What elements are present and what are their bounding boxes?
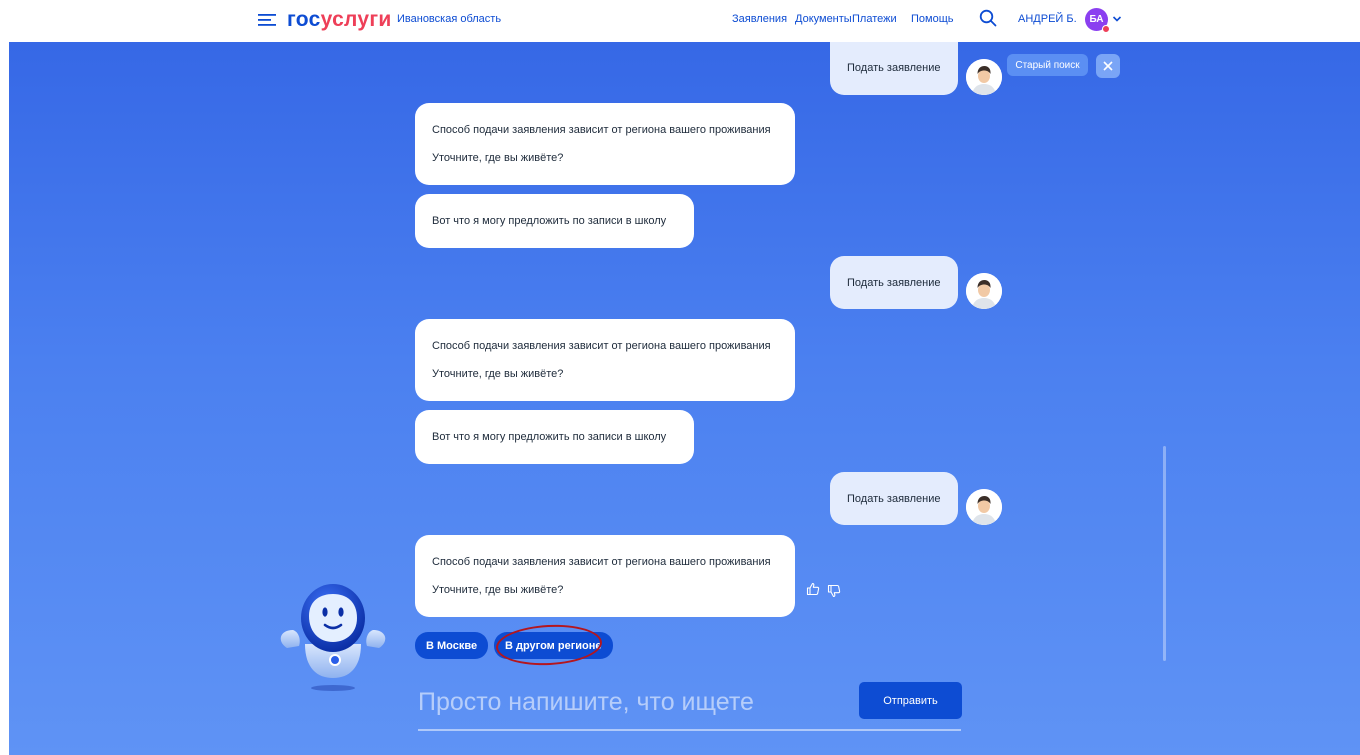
bot-message: Способ подачи заявления зависит от регио… — [415, 319, 795, 401]
nav-applications[interactable]: Заявления — [732, 13, 787, 25]
nav-help[interactable]: Помощь — [911, 13, 954, 25]
message-text: Способ подачи заявления зависит от регио… — [432, 124, 771, 136]
message-text: Подать заявление — [847, 493, 941, 505]
option-moscow-button[interactable]: В Москве — [415, 632, 489, 659]
user-name[interactable]: АНДРЕЙ Б. — [1018, 13, 1077, 25]
bot-message: Способ подачи заявления зависит от регио… — [415, 535, 795, 617]
message-text: Способ подачи заявления зависит от регио… — [432, 556, 771, 568]
message-text: Вот что я могу предложить по записи в шк… — [432, 431, 667, 443]
user-avatar[interactable]: БА — [1085, 8, 1110, 33]
nav-documents[interactable]: Документы — [795, 13, 852, 25]
message-text: Подать заявление — [847, 277, 941, 289]
user-message-avatar — [966, 59, 1002, 95]
message-text: Уточните, где вы живёте? — [432, 368, 564, 380]
thumbs-down-icon[interactable] — [827, 584, 841, 598]
region-selector[interactable]: Ивановская область — [397, 13, 501, 25]
user-message: Подать заявление — [830, 256, 958, 309]
option-other-region-button[interactable]: В другом регионе — [494, 632, 613, 659]
message-text: Подать заявление — [847, 62, 941, 74]
user-message: Подать заявление — [830, 42, 958, 95]
notification-dot — [1102, 25, 1110, 33]
chat-scrollbar[interactable] — [1163, 446, 1166, 661]
user-initials: БА — [1089, 14, 1104, 25]
user-message-avatar — [966, 489, 1002, 525]
logo-part-gos: гос — [287, 8, 321, 31]
bot-message: Вот что я могу предложить по записи в шк… — [415, 410, 694, 464]
person-avatar-icon — [966, 489, 1002, 525]
top-header: госуслуги Ивановская область Заявления Д… — [0, 0, 1360, 42]
message-text: Вот что я могу предложить по записи в шк… — [432, 215, 667, 227]
bot-message: Вот что я могу предложить по записи в шк… — [415, 194, 694, 248]
chat-area: Подать заявление Старый поиск Способ под… — [9, 42, 1360, 755]
person-avatar-icon — [966, 273, 1002, 309]
old-search-button[interactable]: Старый поиск — [1007, 54, 1088, 76]
search-icon[interactable] — [979, 9, 997, 27]
bot-message: Способ подачи заявления зависит от регио… — [415, 103, 795, 185]
gosuslugi-logo[interactable]: госуслуги — [287, 7, 392, 33]
chat-input[interactable] — [418, 682, 838, 722]
logo-part-uslugi: услуги — [320, 8, 392, 31]
message-text: Способ подачи заявления зависит от регио… — [432, 340, 771, 352]
menu-icon[interactable] — [258, 13, 276, 27]
person-avatar-icon — [966, 59, 1002, 95]
close-icon — [1103, 61, 1113, 71]
close-button[interactable] — [1096, 54, 1120, 78]
message-text: Уточните, где вы живёте? — [432, 152, 564, 164]
user-message-avatar — [966, 273, 1002, 309]
thumbs-up-icon[interactable] — [806, 582, 820, 596]
user-message: Подать заявление — [830, 472, 958, 525]
input-underline — [418, 729, 961, 731]
message-text: Уточните, где вы живёте? — [432, 584, 564, 596]
chevron-down-icon[interactable] — [1112, 15, 1122, 23]
nav-payments[interactable]: Платежи — [852, 13, 897, 25]
send-button[interactable]: Отправить — [859, 682, 962, 719]
robot-mascot-icon — [280, 584, 386, 691]
